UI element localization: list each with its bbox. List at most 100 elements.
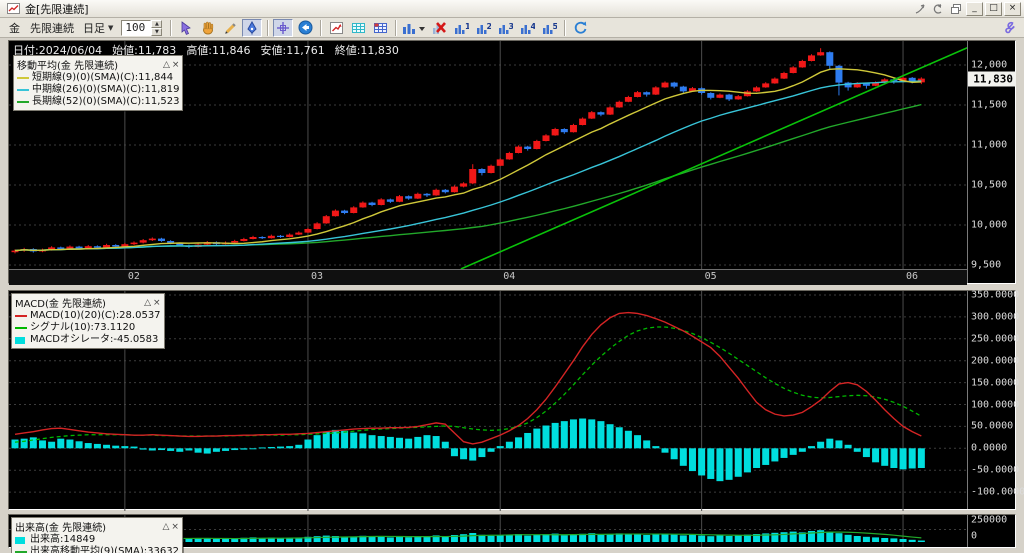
volume-bar xyxy=(716,535,723,542)
volume-axis-label: 250000 xyxy=(971,515,1007,526)
macd-histogram-bar xyxy=(616,427,623,448)
delete-indicator-icon[interactable] xyxy=(429,19,449,37)
new-chart-window-icon[interactable] xyxy=(326,19,346,37)
macd-legend[interactable]: MACD(金 先限連続)△× MACD(10)(20)(C):28.0537シグ… xyxy=(11,293,165,349)
macd-axis-label: 200.0000 xyxy=(971,355,1019,366)
legend-close-icon[interactable]: × xyxy=(153,298,161,308)
volume-panel[interactable]: 出来高(金 先限連続)△× 出来高:14849出来高移動平均(9)(SMA):3… xyxy=(8,514,1016,548)
candle-body xyxy=(268,236,275,238)
bar-count-spinner[interactable]: 100 ▲▼ xyxy=(121,20,162,36)
candle-body xyxy=(140,240,147,242)
volume-bar xyxy=(341,537,348,542)
volume-bar xyxy=(625,534,632,542)
macd-histogram-bar xyxy=(48,442,55,449)
candle-body xyxy=(387,199,394,201)
candle-body xyxy=(341,211,348,213)
legend-row: MACDオシレータ:-45.0583 xyxy=(15,334,161,346)
price-axis-label: 9,500 xyxy=(971,260,1001,271)
pen-tool-icon[interactable] xyxy=(242,19,262,37)
candle-body xyxy=(716,95,723,98)
candle-body xyxy=(909,78,916,81)
close-button[interactable]: × xyxy=(1004,2,1021,16)
legend-label: 出来高:14849 xyxy=(30,534,95,546)
indicator-5-icon[interactable]: 5 xyxy=(539,19,559,37)
candle-body xyxy=(616,102,623,108)
indicator-1-icon[interactable]: 1 xyxy=(451,19,471,37)
legend-close-icon[interactable]: × xyxy=(171,522,179,532)
volume-bar xyxy=(662,534,669,542)
spinner-down-icon[interactable]: ▼ xyxy=(151,28,162,36)
legend-minimize-icon[interactable]: △ xyxy=(163,60,170,70)
volume-bar xyxy=(323,536,330,542)
candle-body xyxy=(762,83,769,87)
hand-tool-icon[interactable] xyxy=(198,19,218,37)
grid-settings-icon[interactable] xyxy=(370,19,390,37)
indicator-3-icon[interactable]: 3 xyxy=(495,19,515,37)
macd-panel[interactable]: MACD(金 先限連続)△× MACD(10)(20)(C):28.0537シグ… xyxy=(8,290,1016,510)
pencil-icon[interactable] xyxy=(220,19,240,37)
macd-histogram-bar xyxy=(872,448,879,462)
candle-body xyxy=(250,237,257,239)
candle-body xyxy=(314,223,321,229)
candle-body xyxy=(817,52,824,55)
macd-histogram-bar xyxy=(817,442,824,449)
svg-text:4: 4 xyxy=(530,22,535,31)
ma-legend[interactable]: 移動平均(金 先限連続)△× 短期線(9)(0)(SMA)(C):11,844中… xyxy=(13,55,183,111)
macd-histogram-bar xyxy=(250,448,257,449)
macd-histogram-bar xyxy=(21,439,28,449)
minimize-button[interactable]: _ xyxy=(966,2,983,16)
data-table-icon[interactable] xyxy=(348,19,368,37)
candle-body xyxy=(588,112,595,118)
contract-label[interactable]: 先限連続 xyxy=(30,20,74,36)
candle-body xyxy=(414,194,421,199)
legend-close-icon[interactable]: × xyxy=(172,60,180,70)
volume-bar xyxy=(378,536,385,542)
crosshair-icon[interactable] xyxy=(273,19,293,37)
reload-icon[interactable] xyxy=(570,19,590,37)
macd-histogram-bar xyxy=(39,440,46,448)
restore-link-icon[interactable] xyxy=(930,2,946,16)
macd-histogram-bar xyxy=(835,440,842,448)
legend-label: 中期線(26)(0)(SMA)(C):11,819 xyxy=(32,84,179,96)
macd-histogram-bar xyxy=(433,436,440,448)
legend-minimize-icon[interactable]: △ xyxy=(144,298,151,308)
volume-bar xyxy=(671,535,678,542)
month-label: 04 xyxy=(503,271,515,282)
titlebar: 金[先限連続] _ □ × xyxy=(0,0,1024,18)
maximize-button[interactable]: □ xyxy=(985,2,1002,16)
candle-body xyxy=(826,52,833,66)
trendline[interactable] xyxy=(461,46,967,269)
wrench-icon[interactable] xyxy=(999,19,1019,37)
window-title: 金[先限連続] xyxy=(25,1,89,17)
spinner-up-icon[interactable]: ▲ xyxy=(151,20,162,28)
macd-histogram-bar xyxy=(314,435,321,448)
macd-axis-label: 50.0000 xyxy=(971,421,1013,432)
select-cursor-icon[interactable] xyxy=(176,19,196,37)
price-chart-panel[interactable]: 日付:2024/06/04始値:11,783高値:11,846安値:11,761… xyxy=(8,40,1016,284)
scroll-latest-icon[interactable] xyxy=(295,19,315,37)
chart-type-dropdown-icon[interactable] xyxy=(401,19,427,37)
legend-minimize-icon[interactable]: △ xyxy=(163,522,170,532)
macd-histogram-bar xyxy=(140,448,147,449)
candle-body xyxy=(359,203,366,208)
pin-icon[interactable] xyxy=(912,2,928,16)
candle-body xyxy=(579,119,586,125)
candle-body xyxy=(396,196,403,202)
macd-histogram-bar xyxy=(185,448,192,450)
candle-body xyxy=(369,203,376,205)
cascade-windows-icon[interactable] xyxy=(948,2,964,16)
bar-count-value[interactable]: 100 xyxy=(121,20,151,36)
symbol-label[interactable]: 金 xyxy=(9,20,20,36)
volume-bar xyxy=(561,535,568,542)
last-price-tag: 11,830 xyxy=(968,71,1016,86)
volume-legend[interactable]: 出来高(金 先限連続)△× 出来高:14849出来高移動平均(9)(SMA):3… xyxy=(11,517,183,553)
price-axis: 12,00011,50011,00010,50010,0009,50011,83… xyxy=(967,41,1015,283)
indicator-2-icon[interactable]: 2 xyxy=(473,19,493,37)
info-high: 高値:11,846 xyxy=(186,44,250,57)
candle-body xyxy=(286,235,293,237)
candle-body xyxy=(460,183,467,186)
indicator-4-icon[interactable]: 4 xyxy=(517,19,537,37)
candle-body xyxy=(158,239,165,241)
period-dropdown[interactable]: 日足 ▼ xyxy=(83,20,113,36)
price-axis-label: 12,000 xyxy=(971,60,1007,71)
